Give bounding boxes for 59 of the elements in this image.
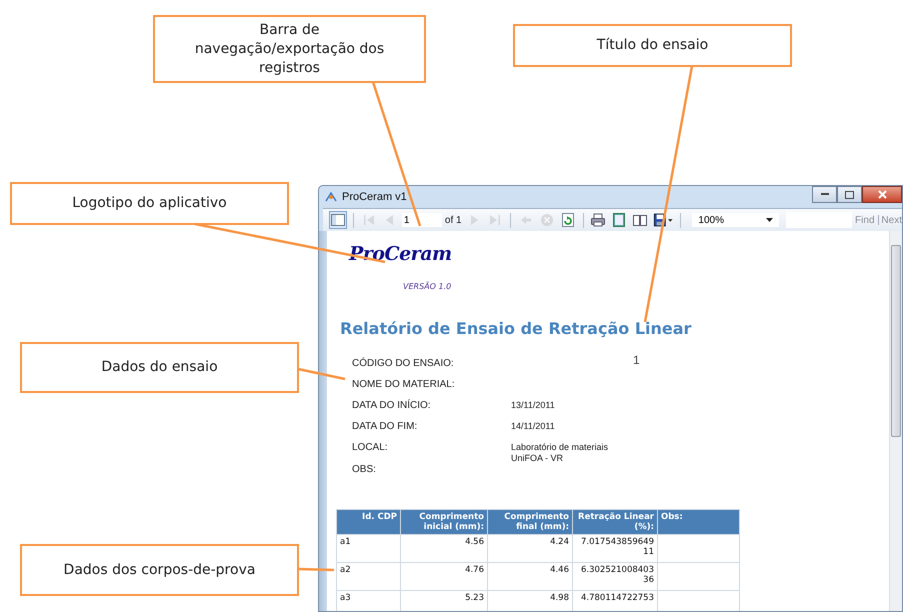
refresh-icon	[560, 212, 576, 228]
floppy-disk-button[interactable]	[652, 211, 674, 229]
table-cell: 4.76	[400, 562, 488, 590]
sidebar-icon	[330, 212, 346, 228]
table-cell: 4.24	[488, 534, 572, 562]
table-cell: a2	[336, 562, 400, 590]
zoom-dropdown[interactable]: 100%	[692, 213, 780, 227]
window-title: ProCeram v1	[342, 191, 407, 203]
scrollbar-thumb[interactable]	[891, 245, 901, 437]
vertical-scrollbar[interactable]	[889, 231, 902, 611]
printer-icon	[590, 212, 606, 228]
table-cell: 4.56	[400, 534, 488, 562]
field-label: OBS:	[352, 464, 376, 475]
leader-line	[298, 368, 346, 380]
maximize-button[interactable]	[837, 186, 862, 203]
close-icon	[878, 190, 886, 199]
table-cell: 7.01754385964911	[572, 534, 658, 562]
table-cell: 4.46	[488, 562, 572, 590]
column-header: Comprimento inicial (mm):	[400, 510, 488, 534]
column-header: Obs:	[658, 510, 740, 534]
callout-label: Título do ensaio	[513, 24, 792, 67]
column-header: Id. CDP	[336, 510, 400, 534]
caret-icon	[766, 218, 774, 222]
field-label: DATA DO FIM:	[352, 421, 418, 432]
printer-button[interactable]	[589, 211, 608, 229]
column-header: Comprimento final (mm):	[488, 510, 572, 534]
field-label: NOME DO MATERIAL:	[352, 379, 455, 390]
version-label: VERSÃO 1.0	[403, 282, 452, 291]
field-label: DATA DO INÍCIO:	[352, 400, 431, 411]
field-value: 1	[633, 355, 640, 369]
search-field[interactable]	[786, 212, 852, 228]
minimize-icon	[820, 193, 828, 196]
caret-icon	[668, 218, 673, 222]
callout-label: Dados do ensaio	[20, 342, 299, 393]
minimize-button[interactable]	[812, 186, 837, 203]
stop-icon	[538, 212, 554, 228]
field-value: Laboratório de materiais UniFOA - VR	[511, 442, 608, 464]
maximize-icon	[845, 190, 854, 198]
page-number-field[interactable]: 1	[402, 213, 442, 227]
app-icon	[325, 191, 337, 203]
callout-label: Logotipo do aplicativo	[10, 182, 289, 225]
leader-line	[298, 568, 334, 572]
table-cell: 6.30252100840336	[572, 562, 658, 590]
app-logo: ProCeram	[349, 243, 453, 265]
report-title: Relatório de Ensaio de Retração Linear	[340, 319, 692, 338]
sidebar-button[interactable]	[329, 211, 347, 229]
close-button[interactable]	[862, 186, 902, 203]
field-label: CÓDIGO DO ENSAIO:	[352, 358, 454, 369]
table-cell: a3	[336, 590, 400, 611]
field-label: LOCAL:	[352, 442, 388, 453]
field-value: 14/11/2011	[511, 421, 555, 433]
callout-label: Barra de navegação/exportação dos registros	[153, 15, 426, 83]
column-header: Retração Linear (%):	[572, 510, 658, 534]
page-count: of 1	[444, 214, 462, 226]
page-layout-icon	[611, 212, 628, 228]
table-cell: a1	[336, 534, 400, 562]
callout-label: Dados dos corpos-de-prova	[20, 544, 299, 596]
open-book-icon	[632, 212, 648, 228]
field-value: 13/11/2011	[511, 400, 555, 412]
